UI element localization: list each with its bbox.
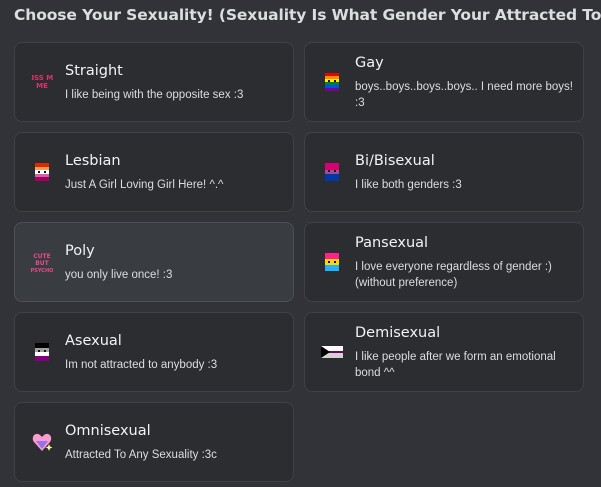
option-title: Gay (355, 55, 384, 71)
option-description: boys..boys..boys..boys.. I need more boy… (355, 81, 573, 109)
lesbian-pride-character-icon (31, 160, 53, 184)
option-omnisexual[interactable]: Omnisexual Attracted To Any Sexuality :3… (14, 402, 294, 482)
option-description: Im not attracted to anybody :3 (65, 359, 218, 371)
svg-text:KISS ME: KISS ME (31, 74, 53, 82)
option-demisexual[interactable]: Demisexual I like people after we form a… (304, 312, 584, 392)
option-description: Attracted To Any Sexuality :3c (65, 449, 217, 461)
role-select-page: Choose Your Sexuality! (Sexuality Is Wha… (0, 0, 601, 487)
option-title: Lesbian (65, 153, 121, 169)
option-description: you only live once! :3 (65, 269, 173, 281)
kiss-me-icon: KISS ME ME (31, 70, 53, 94)
rainbow-pride-character-icon (321, 70, 343, 94)
svg-text:BUT: BUT (35, 260, 49, 267)
svg-text:PSYCHO: PSYCHO (31, 268, 53, 274)
option-lesbian[interactable]: Lesbian Just A Girl Loving Girl Here! ^.… (14, 132, 294, 212)
page-heading: Choose Your Sexuality! (Sexuality Is Wha… (14, 6, 601, 24)
option-title: Demisexual (355, 325, 441, 341)
option-title: Omnisexual (65, 423, 151, 439)
option-title: Asexual (65, 333, 122, 349)
svg-text:ME: ME (36, 82, 48, 90)
pansexual-pride-character-icon (321, 250, 343, 274)
option-description: I like both genders :3 (355, 179, 462, 191)
bisexual-pride-character-icon (321, 160, 343, 184)
option-title: Pansexual (355, 235, 429, 251)
demisexual-flag-icon (321, 340, 343, 364)
svg-text:CUTE: CUTE (33, 253, 50, 260)
option-description: I like people after we form an emotional… (355, 351, 556, 379)
option-title: Straight (65, 63, 123, 79)
option-straight[interactable]: KISS ME ME Straight I like being with th… (14, 42, 294, 122)
option-gay[interactable]: Gay boys..boys..boys..boys.. I need more… (304, 42, 584, 122)
option-description: I like being with the opposite sex :3 (65, 89, 244, 101)
option-pansexual[interactable]: Pansexual I love everyone regardless of … (304, 222, 584, 302)
option-description: Just A Girl Loving Girl Here! ^.^ (65, 179, 224, 191)
cute-but-psycho-icon: CUTE BUT PSYCHO (31, 250, 53, 274)
option-title: Poly (65, 243, 95, 259)
option-description: I love everyone regardless of gender :) … (355, 261, 552, 289)
sparkle-heart-icon (31, 430, 53, 454)
asexual-pride-character-icon (31, 340, 53, 364)
option-poly[interactable]: CUTE BUT PSYCHO Poly you only live once!… (14, 222, 294, 302)
option-bisexual[interactable]: Bi/Bisexual I like both genders :3 (304, 132, 584, 212)
option-title: Bi/Bisexual (355, 153, 435, 169)
option-asexual[interactable]: Asexual Im not attracted to anybody :3 (14, 312, 294, 392)
